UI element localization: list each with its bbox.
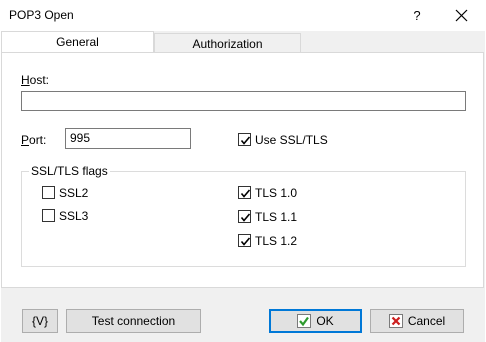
ssl2-label: SSL2 (59, 186, 89, 200)
host-label: Host: (21, 73, 49, 87)
port-input[interactable]: 995 (65, 128, 191, 149)
ok-label: OK (316, 314, 334, 328)
tls12-checkbox[interactable] (238, 234, 251, 247)
help-button[interactable]: ? (405, 5, 429, 27)
tls11-label: TLS 1.1 (255, 210, 298, 224)
variables-button[interactable]: {V} (22, 309, 58, 333)
use-ssl-label: Use SSL/TLS (255, 133, 328, 147)
port-label-rest: ort: (29, 133, 47, 147)
checkmark-icon (240, 237, 251, 246)
host-input[interactable] (21, 91, 466, 111)
checkmark-icon (297, 313, 312, 328)
tab-general[interactable]: General (1, 31, 154, 53)
dialog-client: General Authorization Host: Port: 995 Us… (1, 31, 485, 342)
tls10-label: TLS 1.0 (255, 186, 298, 200)
host-label-rest: ost: (29, 73, 50, 87)
host-label-accel: H (21, 73, 30, 87)
title-bar: POP3 Open ? (0, 0, 486, 31)
cancel-label: Cancel (407, 314, 446, 328)
close-button[interactable] (449, 4, 473, 26)
ssl2-checkbox[interactable] (42, 186, 55, 199)
port-label-accel: P (21, 133, 30, 147)
tab-panel-general: Host: Port: 995 Use SSL/TLS SSL/TLS flag… (1, 52, 484, 288)
cancel-button[interactable]: Cancel (370, 309, 464, 333)
port-label: Port: (21, 133, 46, 147)
tab-authorization[interactable]: Authorization (154, 33, 301, 53)
tls11-checkbox[interactable] (238, 210, 251, 223)
close-icon (455, 9, 468, 22)
checkmark-icon (240, 136, 251, 145)
ssl-flags-title: SSL/TLS flags (29, 164, 110, 178)
window-title: POP3 Open (9, 8, 74, 22)
checkmark-icon (240, 189, 251, 198)
ok-button[interactable]: OK (269, 309, 362, 333)
tls12-label: TLS 1.2 (255, 234, 298, 248)
use-ssl-checkbox[interactable] (238, 133, 251, 146)
ssl3-checkbox[interactable] (42, 209, 55, 222)
tls10-checkbox[interactable] (238, 186, 251, 199)
ssl3-label: SSL3 (59, 209, 89, 223)
checkmark-icon (240, 213, 251, 222)
cancel-x-icon (388, 313, 403, 328)
test-connection-button[interactable]: Test connection (66, 309, 201, 333)
